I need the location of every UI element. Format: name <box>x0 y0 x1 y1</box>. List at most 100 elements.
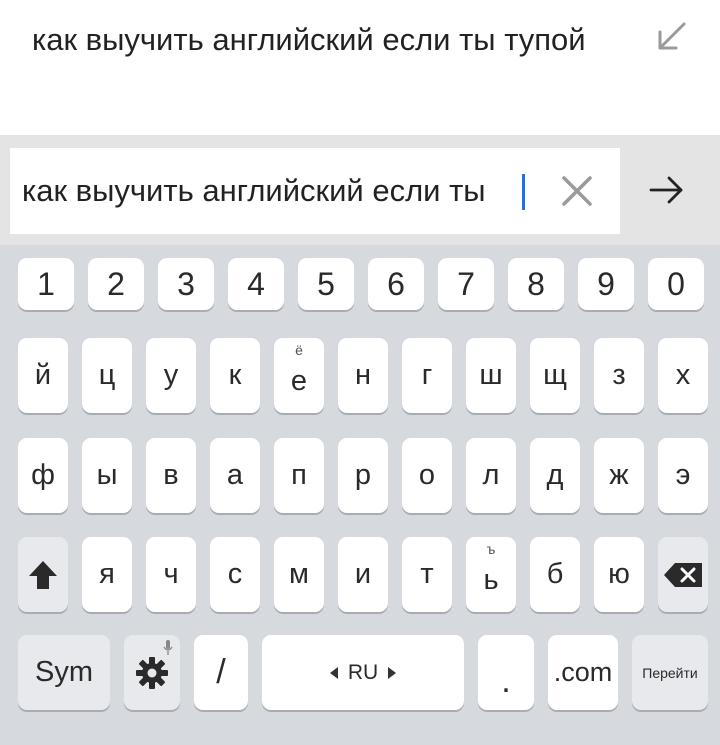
key-label: Sym <box>35 656 93 688</box>
text-caret <box>522 174 525 210</box>
key-9[interactable]: 9 <box>578 258 634 310</box>
insert-suggestion-arrow-icon[interactable] <box>654 20 688 54</box>
key-ь[interactable]: ъ ь <box>466 537 516 612</box>
go-arrow-icon[interactable] <box>648 172 684 208</box>
clear-icon[interactable] <box>560 174 594 208</box>
key-ж[interactable]: ж <box>594 438 644 513</box>
key-л[interactable]: л <box>466 438 516 513</box>
key-label: г <box>421 359 433 391</box>
key-у[interactable]: у <box>146 338 196 413</box>
key-label: х <box>675 359 691 391</box>
key-7[interactable]: 7 <box>438 258 494 310</box>
shift-key[interactable] <box>18 537 68 612</box>
key-2[interactable]: 2 <box>88 258 144 310</box>
space-language-key[interactable]: RU <box>262 635 464 710</box>
go-key[interactable]: Перейти <box>632 635 708 710</box>
key-3[interactable]: 3 <box>158 258 214 310</box>
chevron-left-icon <box>329 666 338 679</box>
key-т[interactable]: т <box>402 537 452 612</box>
key-г[interactable]: г <box>402 338 452 413</box>
key-1[interactable]: 1 <box>18 258 74 310</box>
key-0[interactable]: 0 <box>648 258 704 310</box>
key-alt-label: ё <box>295 342 303 358</box>
key-р[interactable]: р <box>338 438 388 513</box>
gear-icon <box>136 656 168 689</box>
key-ы[interactable]: ы <box>82 438 132 513</box>
key-label: л <box>482 459 500 491</box>
key-label: ы <box>96 459 118 491</box>
key-к[interactable]: к <box>210 338 260 413</box>
search-input[interactable]: как выучить английский если ты <box>10 148 620 234</box>
key-label: р <box>354 459 372 491</box>
key-label: 1 <box>37 265 55 302</box>
search-input-value: как выучить английский если ты <box>22 173 486 208</box>
key-с[interactable]: с <box>210 537 260 612</box>
dot-key[interactable]: . <box>478 635 534 710</box>
key-щ[interactable]: щ <box>530 338 580 413</box>
key-label: з <box>612 359 626 391</box>
key-4[interactable]: 4 <box>228 258 284 310</box>
key-о[interactable]: о <box>402 438 452 513</box>
key-label: 9 <box>597 265 615 302</box>
key-label: 6 <box>387 265 405 302</box>
key-label: б <box>546 558 564 590</box>
key-и[interactable]: и <box>338 537 388 612</box>
key-ф[interactable]: ф <box>18 438 68 513</box>
chevron-right-icon <box>388 666 397 679</box>
suggestion-row[interactable]: как выучить английский если ты тупой <box>0 0 720 135</box>
key-label: в <box>163 459 179 491</box>
key-label: ч <box>163 558 179 590</box>
key-я[interactable]: я <box>82 537 132 612</box>
key-н[interactable]: н <box>338 338 388 413</box>
key-з[interactable]: з <box>594 338 644 413</box>
key-label: ь <box>483 564 499 596</box>
key-ю[interactable]: ю <box>594 537 644 612</box>
key-э[interactable]: э <box>658 438 708 513</box>
key-label: ю <box>608 558 630 590</box>
key-label: Перейти <box>642 664 698 681</box>
key-8[interactable]: 8 <box>508 258 564 310</box>
key-д[interactable]: д <box>530 438 580 513</box>
key-ц[interactable]: ц <box>82 338 132 413</box>
key-в[interactable]: в <box>146 438 196 513</box>
suggestion-text: как выучить английский если ты тупой <box>32 22 586 57</box>
key-й[interactable]: й <box>18 338 68 413</box>
key-label: ж <box>609 459 629 491</box>
keyboard: 1 2 3 4 5 6 7 8 9 0 й ц у к ё е н г ш щ … <box>0 245 720 745</box>
language-label: RU <box>347 660 379 684</box>
key-label: ф <box>31 459 55 491</box>
key-label: 0 <box>667 265 685 302</box>
backspace-key[interactable] <box>658 537 708 612</box>
slash-key[interactable]: / <box>194 635 248 710</box>
search-strip: как выучить английский если ты <box>0 135 720 245</box>
key-label: ш <box>479 359 503 391</box>
key-label: п <box>291 459 307 491</box>
key-а[interactable]: а <box>210 438 260 513</box>
key-ш[interactable]: ш <box>466 338 516 413</box>
key-label: 8 <box>527 265 545 302</box>
key-м[interactable]: м <box>274 537 324 612</box>
key-label: и <box>354 558 372 590</box>
key-label: 5 <box>317 265 335 302</box>
key-label: м <box>289 558 309 590</box>
key-е[interactable]: ё е <box>274 338 324 413</box>
key-label: 4 <box>247 265 265 302</box>
key-label: я <box>99 558 115 590</box>
dotcom-key[interactable]: .com <box>548 635 618 710</box>
key-label: д <box>546 459 564 491</box>
key-label: т <box>420 558 434 590</box>
key-5[interactable]: 5 <box>298 258 354 310</box>
key-6[interactable]: 6 <box>368 258 424 310</box>
key-б[interactable]: б <box>530 537 580 612</box>
key-label: .com <box>553 657 613 687</box>
key-п[interactable]: п <box>274 438 324 513</box>
key-alt-label: ъ <box>486 541 496 557</box>
key-х[interactable]: х <box>658 338 708 413</box>
key-label: 3 <box>177 265 195 302</box>
key-label: й <box>34 359 52 391</box>
backspace-icon <box>664 562 702 587</box>
sym-key[interactable]: Sym <box>18 635 110 710</box>
key-label: е <box>290 365 308 397</box>
settings-key[interactable] <box>124 635 180 710</box>
key-ч[interactable]: ч <box>146 537 196 612</box>
